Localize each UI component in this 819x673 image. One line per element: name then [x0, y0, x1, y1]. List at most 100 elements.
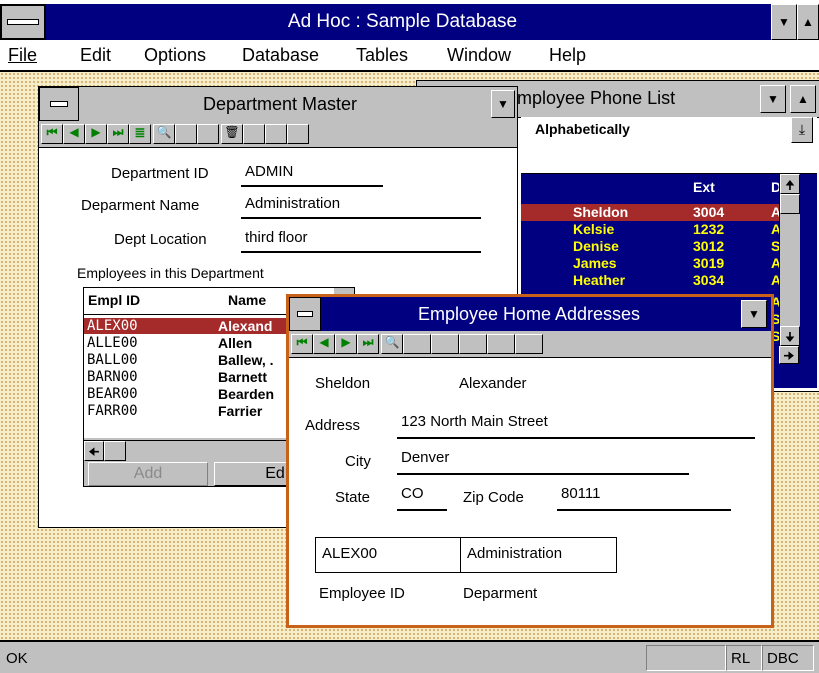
dept-system-menu-button[interactable] — [39, 87, 79, 121]
scroll-thumb[interactable] — [780, 194, 800, 214]
employee-id-value: ALEX00 — [322, 545, 378, 562]
scroll-left-button[interactable]: 🠈 — [84, 441, 104, 461]
blank-tool-button[interactable] — [487, 334, 515, 354]
empl-id-cell[interactable]: ALEX00 — [87, 318, 138, 334]
maximize-icon: ▲ — [797, 92, 809, 106]
menu-database[interactable]: Database — [242, 45, 319, 66]
dept-location-underline — [241, 251, 481, 253]
home-minimize-button[interactable]: ▼ — [741, 300, 767, 328]
scroll-right-button[interactable]: 🠊 — [779, 346, 799, 364]
state-field[interactable]: CO — [401, 485, 424, 502]
search-icon[interactable]: 🔍 — [381, 334, 403, 354]
blank-tool-button[interactable] — [515, 334, 543, 354]
empl-id-cell[interactable]: ALLE00 — [87, 335, 138, 351]
ext-cell: 3019 — [693, 255, 725, 271]
employees-section-header: Employees in this Department — [77, 265, 264, 281]
ext-cell: 3004 — [693, 204, 725, 220]
filter-row[interactable] — [521, 143, 817, 174]
department-label: Deparment — [463, 585, 538, 602]
blank-tool-button[interactable] — [403, 334, 431, 354]
prev-record-icon[interactable]: ◀ — [63, 124, 85, 144]
table-row[interactable] — [521, 204, 779, 221]
state-underline — [397, 509, 447, 511]
blank-tool-button[interactable] — [265, 124, 287, 144]
first-record-icon[interactable]: ⏮ — [291, 334, 313, 354]
sort-select-dropdown-button[interactable]: ⤓ — [791, 117, 813, 143]
ext-cell: 3034 — [693, 272, 725, 288]
menu-window[interactable]: Window — [447, 45, 511, 66]
dept-id-field[interactable]: ADMIN — [245, 163, 293, 180]
scroll-down-button[interactable]: 🠋 — [780, 326, 800, 346]
mdi-workspace: mployee Phone List ▼ ▲ Alphabetically ⤓ … — [0, 72, 819, 640]
list-view-icon[interactable]: ≣ — [129, 124, 151, 144]
app-title: Ad Hoc : Sample Database — [287, 11, 518, 32]
home-system-menu-button[interactable] — [289, 297, 321, 331]
empl-id-cell[interactable]: BALL00 — [87, 352, 138, 368]
last-name-field[interactable]: Alexander — [459, 375, 527, 392]
scroll-up-button[interactable]: 🠉 — [780, 174, 800, 194]
blank-tool-button[interactable] — [287, 124, 309, 144]
next-record-icon[interactable]: ▶ — [335, 334, 357, 354]
table-row[interactable]: Sheldon — [573, 204, 628, 220]
employee-id-box[interactable]: ALEX00 — [315, 537, 461, 573]
search-icon[interactable]: 🔍 — [153, 124, 175, 144]
empl-id-cell[interactable]: FARR00 — [87, 403, 138, 419]
table-row[interactable]: Denise — [573, 238, 619, 254]
first-name-field[interactable]: Sheldon — [315, 375, 370, 392]
empl-id-cell[interactable]: BARN00 — [87, 369, 138, 385]
home-toolbar: ⏮ ◀ ▶ ⏭ 🔍 — [289, 331, 771, 358]
empl-name-cell[interactable]: Alexand — [218, 318, 272, 334]
menu-help[interactable]: Help — [549, 45, 586, 66]
table-row[interactable]: Kelsie — [573, 221, 614, 237]
phone-list-minimize-button[interactable]: ▼ — [760, 85, 786, 113]
next-record-icon[interactable]: ▶ — [85, 124, 107, 144]
chevron-down-icon: ⤓ — [798, 121, 806, 137]
empl-name-cell[interactable]: Barnett — [218, 369, 267, 385]
empl-name-cell[interactable]: Allen — [218, 335, 252, 351]
system-menu-icon — [50, 101, 68, 107]
blank-tool-button[interactable] — [243, 124, 265, 144]
home-addresses-window[interactable]: Employee Home Addresses ▼ ⏮ ◀ ▶ ⏭ 🔍 Shel… — [286, 294, 774, 628]
blank-tool-button[interactable] — [197, 124, 219, 144]
scroll-thumb[interactable] — [104, 441, 126, 461]
empl-name-cell[interactable]: Bearden — [218, 386, 274, 402]
table-row[interactable]: Heather — [573, 272, 625, 288]
phone-list-vscrollbar[interactable]: 🠉 🠋 — [779, 174, 800, 346]
maximize-icon: ▲ — [802, 15, 814, 29]
last-record-icon[interactable]: ⏭ — [357, 334, 379, 354]
menu-bar: File Edit Options Database Tables Window… — [0, 40, 819, 72]
zip-field[interactable]: 80111 — [561, 485, 601, 502]
maximize-button[interactable]: ▲ — [797, 4, 819, 40]
table-row[interactable]: James — [573, 255, 617, 271]
prev-record-icon[interactable]: ◀ — [313, 334, 335, 354]
menu-edit[interactable]: Edit — [80, 45, 111, 66]
address-field[interactable]: 123 North Main Street — [401, 413, 548, 430]
status-panel — [646, 645, 726, 671]
minimize-icon: ▼ — [497, 97, 509, 111]
delete-trash-icon[interactable]: 🗑 — [221, 124, 243, 144]
department-box[interactable]: Administration — [461, 537, 617, 573]
first-record-icon[interactable]: ⏮ — [41, 124, 63, 144]
minimize-button[interactable]: ▼ — [771, 4, 797, 40]
system-menu-button[interactable] — [0, 4, 46, 40]
ext-cell: 1232 — [693, 221, 725, 237]
phone-list-maximize-button[interactable]: ▲ — [790, 85, 816, 113]
dept-location-field[interactable]: third floor — [245, 229, 308, 246]
sort-select[interactable]: Alphabetically ⤓ — [521, 117, 817, 144]
blank-tool-button[interactable] — [175, 124, 197, 144]
menu-options[interactable]: Options — [144, 45, 206, 66]
menu-file[interactable]: File — [8, 45, 37, 66]
blank-tool-button[interactable] — [431, 334, 459, 354]
empl-name-cell[interactable]: Ballew, . — [218, 352, 274, 368]
dept-name-field[interactable]: Administration — [245, 195, 340, 212]
add-button[interactable]: Add — [88, 462, 208, 486]
empl-name-cell[interactable]: Farrier — [218, 403, 262, 419]
blank-tool-button[interactable] — [459, 334, 487, 354]
empl-id-cell[interactable]: BEAR00 — [87, 386, 138, 402]
city-field[interactable]: Denver — [401, 449, 449, 466]
address-label: Address — [305, 417, 361, 434]
menu-tables[interactable]: Tables — [356, 45, 408, 66]
dept-minimize-button[interactable]: ▼ — [491, 90, 515, 118]
last-record-icon[interactable]: ⏭ — [107, 124, 129, 144]
department-value: Administration — [467, 545, 563, 562]
